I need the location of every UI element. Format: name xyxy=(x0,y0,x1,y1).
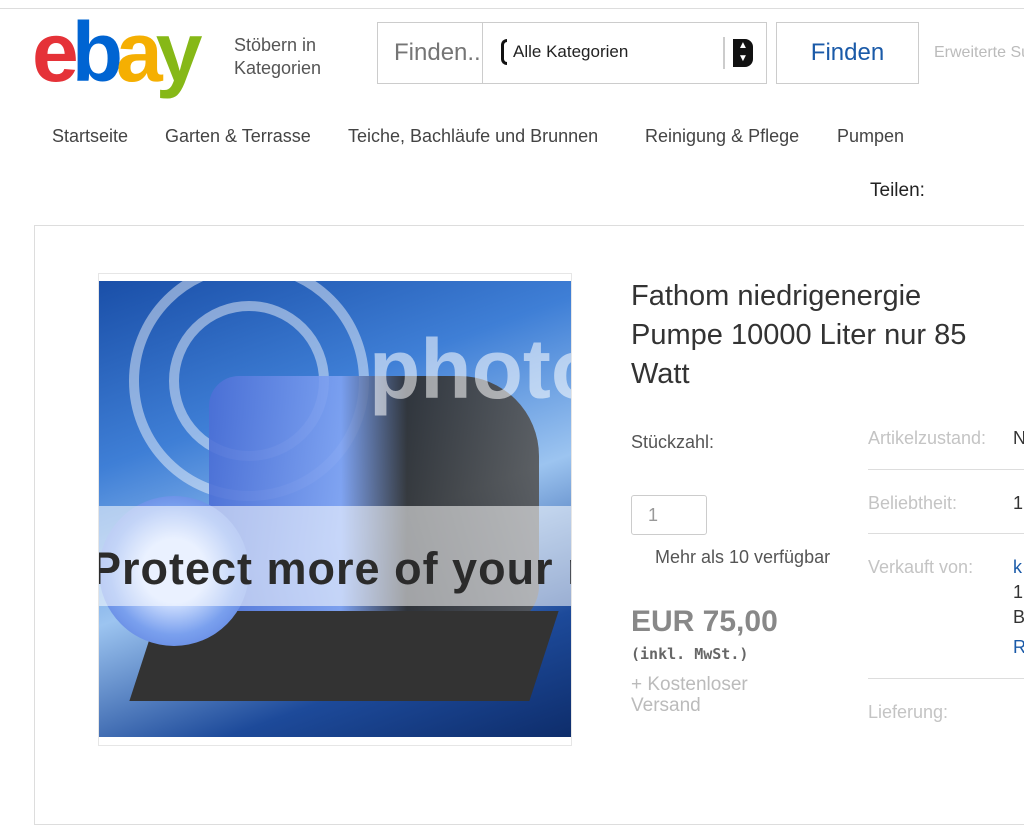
spec-divider xyxy=(868,533,1024,534)
watermark-band-text: Protect more of your memories xyxy=(99,543,571,594)
logo-letter-y: y xyxy=(155,5,203,99)
logo-letter-a: a xyxy=(116,5,163,99)
select-arrows-icon: ▲ ▼ xyxy=(733,39,753,67)
seller-link[interactable]: k xyxy=(1013,557,1022,578)
category-selected-label: Alle Kategorien xyxy=(513,42,629,61)
select-left-edge xyxy=(501,39,507,65)
breadcrumb-item-garden[interactable]: Garten & Terrasse xyxy=(165,126,311,147)
watermark-logo-text: photo xyxy=(369,322,571,416)
ebay-logo[interactable]: ebay xyxy=(32,5,203,99)
spec-value-condition: N xyxy=(1013,428,1024,448)
seller-rating: B xyxy=(1013,607,1024,627)
search-bar: Alle Kategorien ▲▼ xyxy=(377,22,767,84)
search-input[interactable] xyxy=(378,23,482,83)
spec-label-seller: Verkauft von: xyxy=(868,557,974,577)
logo-letter-e: e xyxy=(32,5,79,99)
product-image[interactable]: photo Protect more of your memories xyxy=(99,281,571,737)
spec-divider xyxy=(868,678,1024,679)
availability-text: Mehr als 10 verfügbar xyxy=(655,547,831,567)
spec-label-popularity: Beliebtheit: xyxy=(868,493,958,513)
browse-label-line1: Stöbern in xyxy=(234,35,317,55)
product-title: Fathom niedrigenergie Pumpe 10000 Liter … xyxy=(631,280,967,390)
browse-label-line2: Kategorien xyxy=(234,58,322,78)
seller-more-link[interactable]: R xyxy=(1013,637,1024,658)
seller-feedback-count: 1 xyxy=(1013,582,1024,602)
share-label: Teilen: xyxy=(870,180,925,201)
spec-label-condition: Artikelzustand: xyxy=(868,428,987,448)
spec-label-delivery: Lieferung: xyxy=(868,702,949,722)
spec-value-popularity: 1 xyxy=(1013,493,1024,513)
breadcrumb-item-pumps[interactable]: Pumpen xyxy=(837,126,904,147)
breadcrumb-item-home[interactable]: Startseite xyxy=(52,126,128,147)
quantity-field[interactable]: 1 xyxy=(631,495,707,535)
logo-letter-b: b xyxy=(71,5,123,99)
tax-note: (inkl. MwSt.) xyxy=(631,645,749,663)
find-button[interactable]: Finden xyxy=(776,22,919,84)
select-divider xyxy=(723,37,725,69)
browse-categories-link[interactable]: Stöbern in Kategorien xyxy=(234,34,321,80)
shipping-info: + Kostenloser Versand xyxy=(631,674,748,716)
advanced-search-link[interactable]: Erweiterte Suche xyxy=(934,44,1024,62)
spec-divider xyxy=(868,469,1024,470)
category-select[interactable]: Alle Kategorien ▲ ▼ xyxy=(482,23,766,83)
price: EUR 75,00 xyxy=(631,605,778,638)
breadcrumb-item-cleaning[interactable]: Reinigung & Pflege xyxy=(645,126,799,147)
quantity-label: Stückzahl: xyxy=(631,432,715,452)
breadcrumb-item-ponds[interactable]: Teiche, Bachläufe und Brunnen xyxy=(348,126,598,147)
